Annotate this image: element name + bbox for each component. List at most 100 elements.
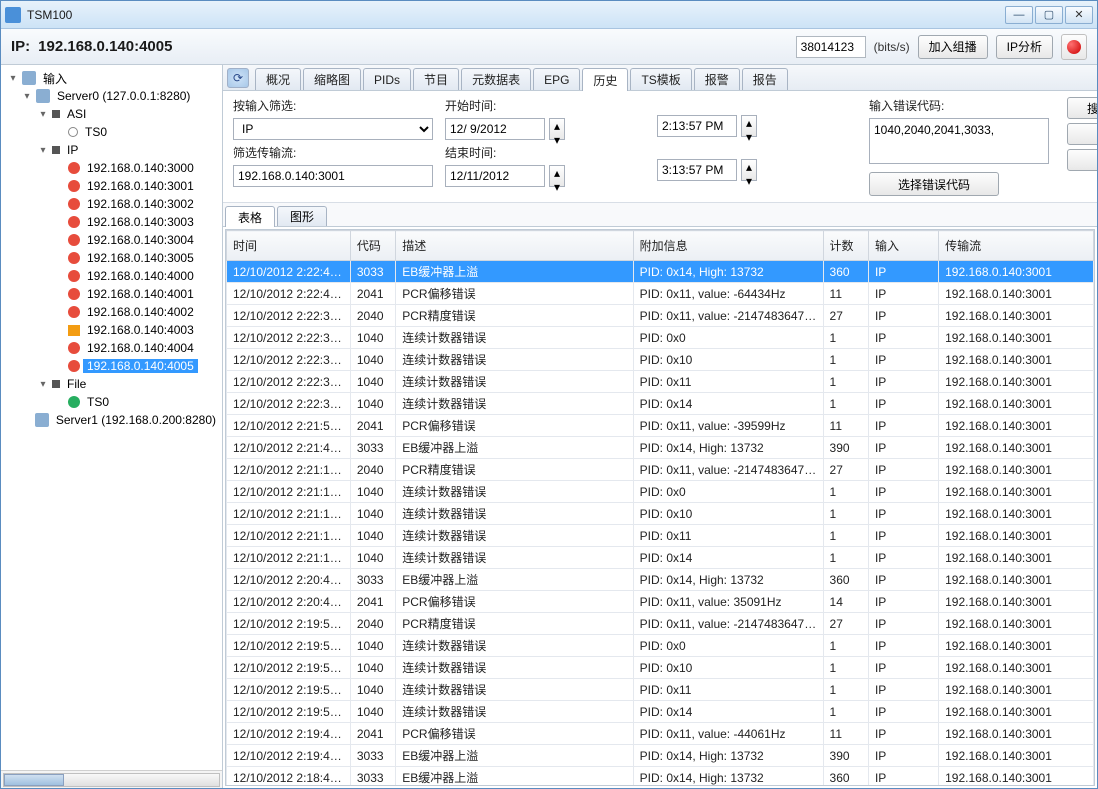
table-row[interactable]: 12/10/2012 2:22:38 ...2040PCR精度错误PID: 0x… — [227, 305, 1094, 327]
ok-icon — [68, 396, 80, 408]
table-row[interactable]: 12/10/2012 2:22:37 ...1040连续计数器错误PID: 0x… — [227, 371, 1094, 393]
col-3[interactable]: 附加信息 — [633, 231, 823, 261]
table-row[interactable]: 12/10/2012 2:21:17 ...1040连续计数器错误PID: 0x… — [227, 547, 1094, 569]
start-date-input[interactable] — [445, 118, 545, 140]
tree-node[interactable]: 192.168.0.140:3002 — [3, 195, 220, 213]
col-2[interactable]: 描述 — [396, 231, 633, 261]
tree-node[interactable]: 192.168.0.140:3004 — [3, 231, 220, 249]
table-row[interactable]: 12/10/2012 2:20:47 ...3033EB缓冲器上溢PID: 0x… — [227, 569, 1094, 591]
tree-node[interactable]: TS0 — [3, 393, 220, 411]
tab-6[interactable]: 历史 — [582, 68, 628, 91]
search-button[interactable]: 搜索 — [1067, 97, 1097, 119]
cell-ts: 192.168.0.140:3001 — [939, 415, 1094, 437]
tree-node[interactable]: 192.168.0.140:3000 — [3, 159, 220, 177]
table-row[interactable]: 12/10/2012 2:21:17 ...2040PCR精度错误PID: 0x… — [227, 459, 1094, 481]
tab-3[interactable]: 节目 — [413, 68, 459, 90]
table-row[interactable]: 12/10/2012 2:19:56 ...1040连续计数器错误PID: 0x… — [227, 679, 1094, 701]
error-code-input[interactable]: 1040,2040,2041,3033, — [869, 118, 1049, 164]
col-0[interactable]: 时间 — [227, 231, 351, 261]
end-time-spinner[interactable]: ▴▾ — [741, 159, 757, 181]
table-row[interactable]: 12/10/2012 2:18:47 ...3033EB缓冲器上溢PID: 0x… — [227, 767, 1094, 787]
table-row[interactable]: 12/10/2012 2:19:56 ...1040连续计数器错误PID: 0x… — [227, 635, 1094, 657]
history-table-wrap[interactable]: 时间代码描述附加信息计数输入传输流 12/10/2012 2:22:48 ...… — [225, 229, 1095, 786]
tree-node[interactable]: Server1 (192.168.0.200:8280) — [3, 411, 220, 429]
tree-label: 192.168.0.140:4002 — [83, 305, 198, 319]
cell-ts: 192.168.0.140:3001 — [939, 349, 1094, 371]
tree-node[interactable]: 192.168.0.140:3003 — [3, 213, 220, 231]
close-button[interactable]: ✕ — [1065, 6, 1093, 24]
tree-node[interactable]: 192.168.0.140:4001 — [3, 285, 220, 303]
ip-analyze-button[interactable]: IP分析 — [996, 35, 1053, 59]
cell-count: 27 — [823, 305, 868, 327]
col-4[interactable]: 计数 — [823, 231, 868, 261]
delete-all-button[interactable]: 删除所有 — [1067, 149, 1097, 171]
table-row[interactable]: 12/10/2012 2:21:45 ...3033EB缓冲器上溢PID: 0x… — [227, 437, 1094, 459]
col-6[interactable]: 传输流 — [939, 231, 1094, 261]
table-row[interactable]: 12/10/2012 2:21:17 ...1040连续计数器错误PID: 0x… — [227, 481, 1094, 503]
delete-errors-button[interactable]: 删除错误 — [1067, 123, 1097, 145]
tree-node[interactable]: ▾File — [3, 375, 220, 393]
tree-node[interactable]: 192.168.0.140:3005 — [3, 249, 220, 267]
err-icon — [68, 360, 80, 372]
filter-ts-input[interactable] — [233, 165, 433, 187]
start-time-spinner[interactable]: ▴▾ — [741, 115, 757, 137]
maximize-button[interactable]: ▢ — [1035, 6, 1063, 24]
table-row[interactable]: 12/10/2012 2:19:49 ...2041PCR偏移错误PID: 0x… — [227, 723, 1094, 745]
start-date-spinner[interactable]: ▴▾ — [549, 118, 565, 140]
end-date-spinner[interactable]: ▴▾ — [549, 165, 565, 187]
tree-node[interactable]: ▾IP — [3, 141, 220, 159]
tree-node[interactable]: ▾输入 — [3, 69, 220, 87]
tree-node[interactable]: ▾ASI — [3, 105, 220, 123]
tree-node[interactable]: 192.168.0.140:4004 — [3, 339, 220, 357]
tree-node[interactable]: ▾Server0 (127.0.0.1:8280) — [3, 87, 220, 105]
table-row[interactable]: 12/10/2012 2:19:56 ...1040连续计数器错误PID: 0x… — [227, 701, 1094, 723]
table-row[interactable]: 12/10/2012 2:19:56 ...1040连续计数器错误PID: 0x… — [227, 657, 1094, 679]
tree-node[interactable]: 192.168.0.140:4002 — [3, 303, 220, 321]
record-button[interactable] — [1061, 34, 1087, 60]
table-row[interactable]: 12/10/2012 2:21:17 ...1040连续计数器错误PID: 0x… — [227, 525, 1094, 547]
table-row[interactable]: 12/10/2012 2:21:17 ...1040连续计数器错误PID: 0x… — [227, 503, 1094, 525]
error-code-label: 输入错误代码: — [869, 97, 1049, 114]
table-row[interactable]: 12/10/2012 2:20:47 ...2041PCR偏移错误PID: 0x… — [227, 591, 1094, 613]
bitrate-field[interactable] — [796, 36, 866, 58]
tab-9[interactable]: 报告 — [742, 68, 788, 90]
table-row[interactable]: 12/10/2012 2:21:50 ...2041PCR偏移错误PID: 0x… — [227, 415, 1094, 437]
refresh-button[interactable]: ⟳ — [227, 68, 249, 88]
tab-1[interactable]: 缩略图 — [303, 68, 361, 90]
filter-by-input-select[interactable]: IP — [233, 118, 433, 140]
table-row[interactable]: 12/10/2012 2:22:46 ...2041PCR偏移错误PID: 0x… — [227, 283, 1094, 305]
table-row[interactable]: 12/10/2012 2:19:57 ...2040PCR精度错误PID: 0x… — [227, 613, 1094, 635]
end-time-input[interactable] — [657, 159, 737, 181]
tree-node[interactable]: TS0 — [3, 123, 220, 141]
table-row[interactable]: 12/10/2012 2:22:37 ...1040连续计数器错误PID: 0x… — [227, 327, 1094, 349]
minimize-button[interactable]: — — [1005, 6, 1033, 24]
input-tree[interactable]: ▾输入▾Server0 (127.0.0.1:8280)▾ASITS0▾IP19… — [1, 65, 222, 770]
tree-hscroll[interactable] — [1, 770, 222, 788]
table-row[interactable]: 12/10/2012 2:22:48 ...3033EB缓冲器上溢PID: 0x… — [227, 261, 1094, 283]
tab-4[interactable]: 元数据表 — [461, 68, 531, 90]
tab-5[interactable]: EPG — [533, 68, 580, 90]
choose-error-code-button[interactable]: 选择错误代码 — [869, 172, 999, 196]
tab-8[interactable]: 报警 — [694, 68, 740, 90]
table-row[interactable]: 12/10/2012 2:22:37 ...1040连续计数器错误PID: 0x… — [227, 349, 1094, 371]
subtab-0[interactable]: 表格 — [225, 206, 275, 227]
tree-node[interactable]: 192.168.0.140:4005 — [3, 357, 220, 375]
warn-icon — [68, 325, 80, 336]
table-row[interactable]: 12/10/2012 2:22:37 ...1040连续计数器错误PID: 0x… — [227, 393, 1094, 415]
subtab-1[interactable]: 图形 — [277, 206, 327, 226]
col-1[interactable]: 代码 — [350, 231, 395, 261]
tab-7[interactable]: TS模板 — [630, 68, 691, 90]
start-time-input[interactable] — [657, 115, 737, 137]
table-row[interactable]: 12/10/2012 2:19:45 ...3033EB缓冲器上溢PID: 0x… — [227, 745, 1094, 767]
cell-time: 12/10/2012 2:19:57 ... — [227, 613, 351, 635]
tree-node[interactable]: 192.168.0.140:4000 — [3, 267, 220, 285]
tree-node[interactable]: 192.168.0.140:3001 — [3, 177, 220, 195]
tree-node[interactable]: 192.168.0.140:4003 — [3, 321, 220, 339]
cell-info: PID: 0x11, value: -39599Hz — [633, 415, 823, 437]
tab-2[interactable]: PIDs — [363, 68, 411, 90]
end-date-input[interactable] — [445, 165, 545, 187]
join-multicast-button[interactable]: 加入组播 — [918, 35, 988, 59]
col-5[interactable]: 输入 — [868, 231, 938, 261]
cell-info: PID: 0x14, High: 13732 — [633, 745, 823, 767]
tab-0[interactable]: 概况 — [255, 68, 301, 90]
